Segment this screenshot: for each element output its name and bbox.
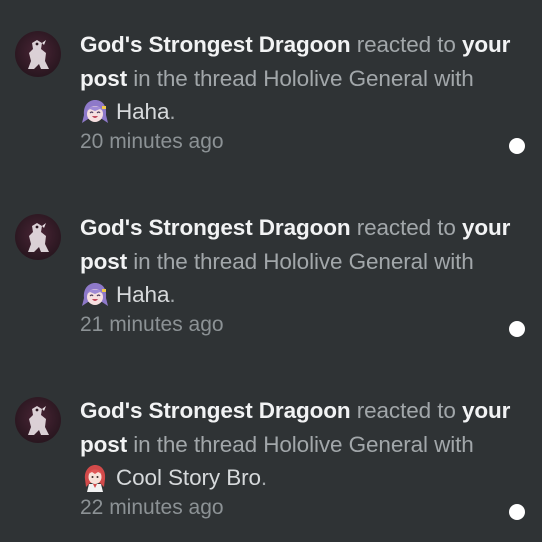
unread-dot[interactable] (509, 504, 525, 520)
with-text: with (427, 65, 474, 91)
avatar[interactable] (15, 214, 61, 260)
notification-feed: God's Strongest Dragoon reacted to your … (0, 0, 542, 542)
timestamp: 22 minutes ago (80, 496, 224, 519)
reaction: Haha. (80, 95, 520, 129)
middle-text: in the thread (127, 248, 264, 274)
actor-link[interactable]: God's Strongest Dragoon (80, 32, 351, 57)
middle-text: in the thread (127, 65, 264, 91)
unread-dot[interactable] (509, 321, 525, 337)
timestamp: 21 minutes ago (80, 313, 224, 336)
thread-link[interactable]: Hololive General (263, 66, 428, 91)
dragon-avatar-icon (28, 223, 49, 252)
notification-text: God's Strongest Dragoon reacted to your … (80, 28, 520, 129)
reaction-label: Haha (116, 99, 170, 124)
purple-hair-anime-girl-laughing-icon (80, 97, 110, 127)
notification-text: God's Strongest Dragoon reacted to your … (80, 211, 520, 312)
avatar[interactable] (15, 31, 61, 77)
thread-link[interactable]: Hololive General (263, 432, 428, 457)
reaction: Cool Story Bro. (80, 461, 520, 495)
with-text: with (427, 248, 474, 274)
reaction-suffix: . (260, 465, 268, 490)
notification-item[interactable]: God's Strongest Dragoon reacted to your … (0, 183, 542, 343)
avatar[interactable] (15, 397, 61, 443)
verb-text: reacted to (350, 32, 462, 57)
notification-item[interactable]: God's Strongest Dragoon reacted to your … (0, 366, 542, 526)
actor-link[interactable]: God's Strongest Dragoon (80, 398, 351, 423)
thread-link[interactable]: Hololive General (263, 249, 428, 274)
middle-text: in the thread (127, 431, 264, 457)
notification-text: God's Strongest Dragoon reacted to your … (80, 394, 520, 495)
reaction-label: Haha (116, 282, 170, 307)
unread-dot[interactable] (509, 138, 525, 154)
verb-text: reacted to (350, 215, 462, 240)
red-hair-anime-girl-icon (80, 463, 110, 493)
dragon-avatar-icon (28, 406, 49, 435)
purple-hair-anime-girl-laughing-icon (80, 280, 110, 310)
actor-link[interactable]: God's Strongest Dragoon (80, 215, 351, 240)
verb-text: reacted to (350, 398, 462, 423)
with-text: with (427, 431, 474, 457)
reaction: Haha. (80, 278, 520, 312)
dragon-avatar-icon (28, 40, 49, 69)
reaction-label: Cool Story Bro (116, 465, 261, 490)
notification-item[interactable]: God's Strongest Dragoon reacted to your … (0, 0, 542, 160)
reaction-suffix: . (169, 99, 176, 124)
timestamp: 20 minutes ago (80, 130, 224, 153)
reaction-suffix: . (169, 282, 176, 307)
